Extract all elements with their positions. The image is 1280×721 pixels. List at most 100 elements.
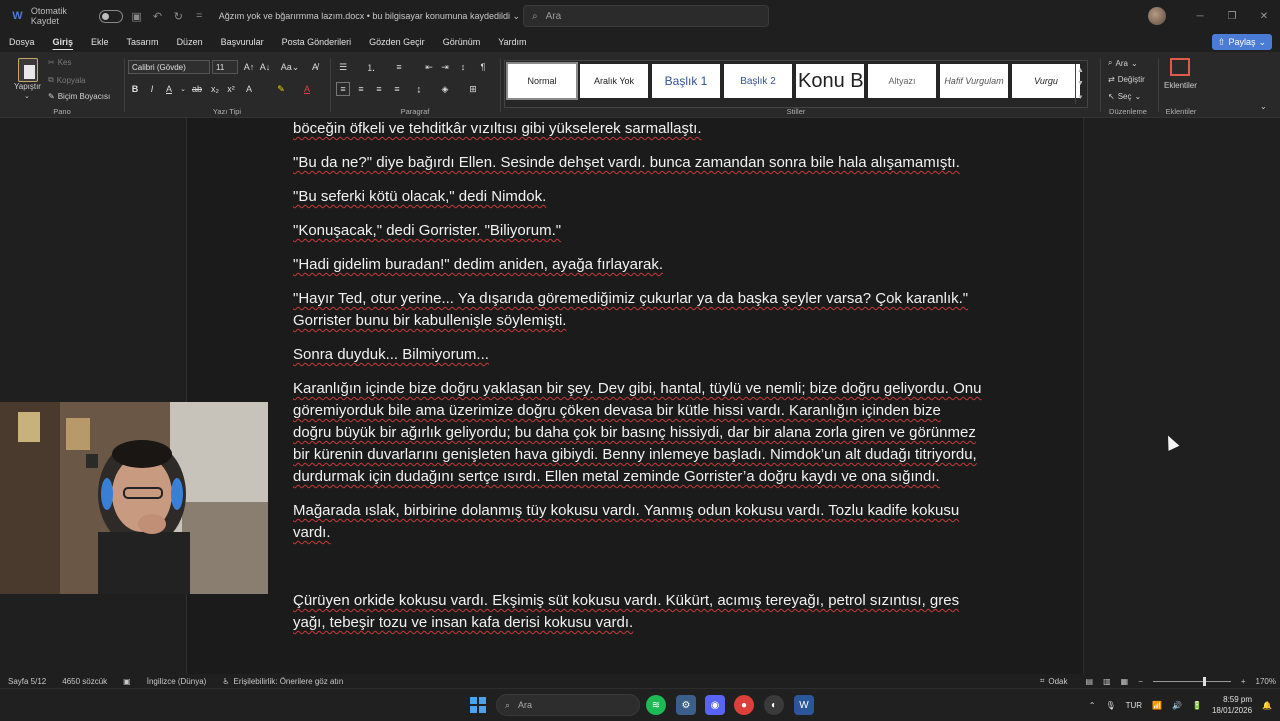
select-button[interactable]: ↖ Seç ⌄	[1108, 92, 1141, 101]
proofing-icon[interactable]: ▣	[115, 677, 139, 686]
collapse-ribbon-icon[interactable]: ⌄	[1260, 102, 1267, 111]
format-painter-button[interactable]: ✎ Biçim Boyacısı	[48, 92, 110, 101]
zoom-slider[interactable]	[1152, 676, 1231, 686]
paste-icon[interactable]	[18, 58, 38, 82]
justify-icon[interactable]: ≡	[390, 82, 404, 96]
steam-icon[interactable]: ⚙	[676, 695, 696, 715]
wifi-icon[interactable]: 📶	[1152, 701, 1162, 710]
share-button[interactable]: ⇧ Paylaş ⌄	[1211, 34, 1272, 50]
status-bar: Sayfa 5/12 4650 sözcük ▣ İngilizce (Düny…	[0, 674, 1280, 688]
read-mode-icon[interactable]: ▤	[1086, 677, 1094, 686]
bullets-icon[interactable]: ☰	[336, 60, 350, 74]
save-icon[interactable]: ▣	[129, 8, 144, 24]
tab-yardim[interactable]: Yardım	[489, 32, 535, 52]
search-icon: ⌕	[1108, 58, 1113, 67]
multilevel-list-icon[interactable]: ≡	[392, 60, 406, 74]
web-layout-icon[interactable]: ▦	[1121, 677, 1129, 686]
chrome-icon[interactable]: ●	[734, 695, 754, 715]
tab-duzen[interactable]: Düzen	[168, 32, 212, 52]
numbering-icon[interactable]: ⒈	[364, 60, 378, 74]
tab-gorunum[interactable]: Görünüm	[434, 32, 490, 52]
battery-icon[interactable]: 🔋	[1192, 701, 1202, 710]
document-title[interactable]: Ağzım yok ve bğarırmma lazım.docx • bu b…	[219, 11, 520, 22]
align-left-icon[interactable]: ≡	[336, 82, 350, 96]
align-right-icon[interactable]: ≡	[372, 82, 386, 96]
pilcrow-icon[interactable]: ¶	[476, 60, 490, 74]
document-page[interactable]: böceğin öfkeli ve tehditkâr vızıltısı gi…	[186, 118, 1084, 674]
discord-icon[interactable]: ◉	[705, 695, 725, 715]
underline-icon[interactable]: A	[162, 82, 176, 96]
spotify-icon[interactable]: ≋	[646, 695, 666, 715]
bold-icon[interactable]: B	[128, 82, 142, 96]
tab-giris[interactable]: Giriş	[44, 32, 83, 52]
borders-icon[interactable]: ⊞	[466, 82, 480, 96]
microphone-icon[interactable]: 🎙	[1105, 701, 1115, 710]
zoom-out-icon[interactable]: −	[1138, 677, 1143, 686]
empty-paragraph	[293, 556, 983, 578]
increase-indent-icon[interactable]: ⇥	[438, 60, 452, 74]
strikethrough-icon[interactable]: ab	[190, 82, 204, 96]
chevron-down-icon[interactable]: ⌄	[24, 92, 30, 100]
obs-icon[interactable]: ◐	[764, 695, 784, 715]
avatar[interactable]	[1148, 7, 1166, 25]
customize-toolbar-icon[interactable]: =	[192, 8, 207, 24]
word-icon[interactable]: W	[794, 695, 814, 715]
clear-format-icon[interactable]: A̸	[308, 60, 322, 74]
title-search-box[interactable]: ⌕ Ara	[523, 5, 769, 27]
chevron-up-icon[interactable]: ⌃	[1089, 701, 1096, 710]
redo-icon[interactable]: ↻	[171, 8, 186, 24]
font-color-icon[interactable]: A	[300, 82, 314, 96]
undo-icon[interactable]: ↶	[150, 8, 165, 24]
page-indicator[interactable]: Sayfa 5/12	[0, 677, 54, 686]
zoom-level[interactable]: 170%	[1256, 677, 1276, 686]
grow-font-icon[interactable]: A↑	[242, 60, 256, 74]
addins-icon[interactable]	[1170, 58, 1190, 76]
highlight-icon[interactable]: ✎	[274, 82, 288, 96]
addins-button[interactable]: Eklentiler	[1164, 81, 1197, 90]
superscript-icon[interactable]: x²	[224, 82, 238, 96]
word-count[interactable]: 4650 sözcük	[54, 677, 115, 686]
print-layout-icon[interactable]: ▥	[1103, 677, 1111, 686]
cut-button[interactable]: ✂ Kes	[48, 58, 72, 67]
zoom-slider-thumb[interactable]	[1202, 676, 1206, 686]
taskbar-search[interactable]: ⌕ Ara	[496, 694, 640, 716]
font-size-select[interactable]: 11	[212, 60, 238, 74]
focus-button[interactable]: ⌗ Odak	[1032, 676, 1076, 686]
close-icon[interactable]: ✕	[1248, 0, 1280, 32]
align-center-icon[interactable]: ≡	[354, 82, 368, 96]
styles-group-label: Stiller	[786, 107, 806, 116]
language-indicator[interactable]: İngilizce (Dünya)	[139, 677, 215, 686]
line-spacing-icon[interactable]: ↨	[412, 82, 426, 96]
change-case-icon[interactable]: Aa⌄	[280, 60, 300, 74]
restore-icon[interactable]: ❐	[1216, 0, 1248, 32]
sort-icon[interactable]: ↕	[456, 60, 470, 74]
text-effects-icon[interactable]: A	[242, 82, 256, 96]
find-button[interactable]: ⌕ Ara ⌄	[1108, 58, 1138, 68]
clock[interactable]: 8:59 pm 18/01/2026	[1212, 694, 1252, 716]
subscript-icon[interactable]: x₂	[208, 82, 222, 96]
notification-icon[interactable]: 🔔	[1262, 701, 1272, 710]
tab-posta[interactable]: Posta Gönderileri	[273, 32, 361, 52]
tab-gozden-gecir[interactable]: Gözden Geçir	[360, 32, 434, 52]
autosave-toggle[interactable]	[98, 9, 124, 23]
chevron-down-icon[interactable]: ⌄	[176, 82, 190, 96]
windows-start-icon[interactable]	[468, 695, 488, 715]
replace-button[interactable]: ⇄ Değiştir	[1108, 75, 1145, 84]
tab-ekle[interactable]: Ekle	[82, 32, 118, 52]
accessibility-status[interactable]: ♿ Erişilebilirlik: Önerilere göz atın	[214, 677, 351, 686]
volume-icon[interactable]: 🔊	[1172, 701, 1182, 710]
shrink-font-icon[interactable]: A↓	[258, 60, 272, 74]
input-language[interactable]: TUR	[1126, 701, 1142, 710]
decrease-indent-icon[interactable]: ⇤	[422, 60, 436, 74]
paste-button[interactable]: Yapıştır	[14, 82, 41, 91]
shading-icon[interactable]: ◈	[438, 82, 452, 96]
minimize-icon[interactable]: ─	[1184, 0, 1216, 32]
copy-button[interactable]: ⧉ Kopyala	[48, 75, 86, 85]
tab-dosya[interactable]: Dosya	[0, 32, 44, 52]
zoom-in-icon[interactable]: +	[1241, 677, 1246, 686]
tab-tasarim[interactable]: Tasarım	[118, 32, 168, 52]
tab-basvurular[interactable]: Başvurular	[212, 32, 273, 52]
document-text[interactable]: böceğin öfkeli ve tehditkâr vızıltısı gi…	[293, 118, 983, 646]
italic-icon[interactable]: I	[145, 82, 159, 96]
font-family-select[interactable]: Calibri (Gövde)	[128, 60, 210, 74]
